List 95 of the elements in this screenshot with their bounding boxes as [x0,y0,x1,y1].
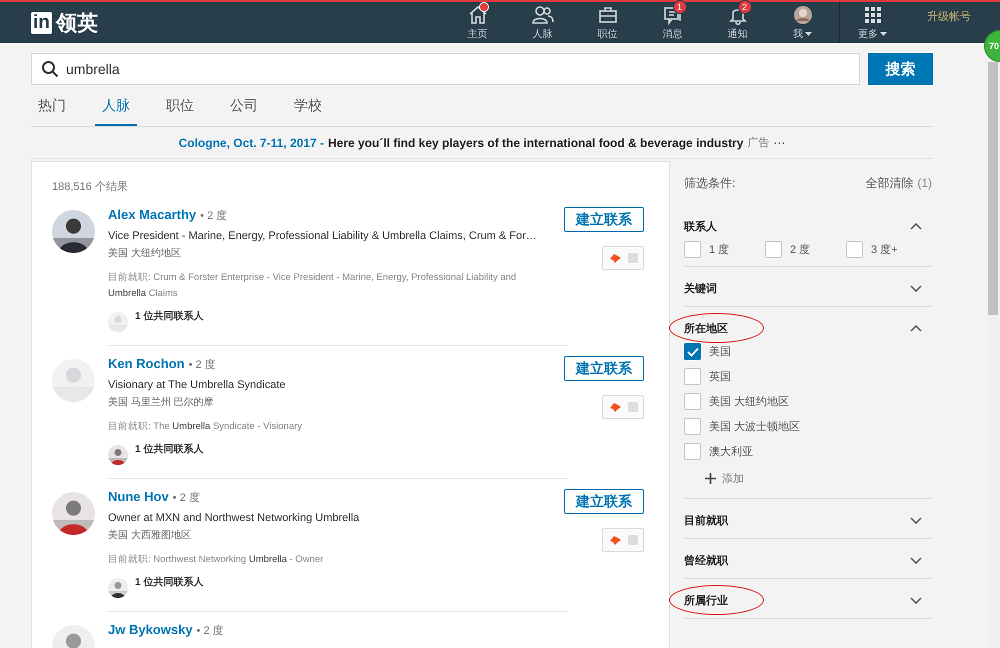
checkbox[interactable] [684,343,701,360]
section-title[interactable]: 所在地区 [684,320,728,336]
option-label[interactable]: 美国 大纽约地区 [709,394,790,409]
nav-item[interactable]: 职位 [575,4,640,41]
nav-item[interactable]: 人脉 [510,4,575,41]
search-button[interactable]: 搜索 [868,53,933,85]
chevron-up-icon[interactable] [910,324,922,332]
search-icon [41,60,59,78]
tab[interactable]: 公司 [223,94,265,126]
filter-count: (1) [917,176,932,190]
ad-link[interactable]: Cologne, Oct. 7-11, 2017 - [178,136,324,150]
plugin-button[interactable] [602,246,644,270]
connect-button[interactable]: 建立联系 [564,489,644,514]
tab[interactable]: 热门 [31,94,73,126]
nav-item[interactable]: 更多 [840,4,905,41]
checkbox[interactable] [684,443,701,460]
logo-text[interactable]: 领英 [56,8,98,36]
tab[interactable]: 学校 [287,94,329,126]
section-title[interactable]: 联系人 [684,218,717,234]
ad-label: 广告 [747,136,770,150]
plus-icon [705,473,716,484]
headline: Owner at MXN and Northwest Networking Umbrella [108,512,360,524]
person-name[interactable]: Nune Hov [108,489,169,504]
current-position: 目前就职: The Umbrella Syndicate - Visionary [108,420,304,434]
more-button[interactable]: ⋯ [773,136,786,150]
tab[interactable]: 职位 [159,94,201,126]
ad-text: Here you´ll find key players of the international food & beverage industry [328,136,744,150]
toggle-square [628,402,638,412]
headline: Visionary at The Umbrella Syndicate [108,379,287,391]
people-icon [532,4,554,26]
location: 美国 马里兰州 巴尔的摩 [108,396,215,409]
location: 美国 大西雅图地区 [108,528,192,542]
option-label[interactable]: 3 度+ [871,242,898,257]
result-count: 188,516 个结果 [51,180,129,195]
option-label[interactable]: 1 度 [709,242,730,257]
option-label[interactable]: 英国 [709,369,731,384]
upgrade-link[interactable]: 升级帐号 [927,9,971,24]
person-name[interactable]: Jw Bykowsky [108,622,193,637]
checkbox[interactable] [765,241,782,258]
scrollbar-thumb[interactable] [988,62,998,315]
option-label[interactable]: 美国 大波士顿地区 [709,419,800,434]
headline: Vice President - Marine, Energy, Professional Liability & Umbrella Claims, Crum & For… [108,230,538,242]
chevron-down-icon[interactable] [910,556,922,564]
clear-all-link[interactable]: 全部清除 [865,176,914,190]
section-title[interactable]: 关键词 [684,280,717,296]
current-position: 目前就职: Northwest Networking Umbrella - Owner [108,553,324,567]
section-title[interactable]: 所属行业 [684,592,728,608]
option-label[interactable]: 2 度 [790,242,810,257]
messages-icon [662,4,684,26]
avatar-icon [792,4,814,26]
connection-degree: • 2 度 [200,208,228,223]
connect-button[interactable]: 建立联系 [564,207,644,232]
briefcase-icon [596,4,618,26]
search-field[interactable]: umbrella [31,53,860,85]
plugin-icon [608,252,622,264]
checkbox[interactable] [684,368,701,385]
connection-degree: • 2 度 [196,624,224,638]
connection-degree: • 2 度 [188,358,216,372]
chevron-down-icon[interactable] [910,596,922,604]
connect-button[interactable]: 建立联系 [564,356,644,381]
chevron-down-icon[interactable] [910,516,922,524]
notification-badge: 1 [672,0,686,14]
notification-badge: 2 [738,0,752,14]
location: 美国 大纽约地区 [108,246,182,260]
section-title[interactable]: 目前就职 [684,512,728,528]
chevron-up-icon[interactable] [910,222,922,230]
option-label[interactable]: 澳大利亚 [709,444,753,459]
option-label[interactable]: 美国 [709,344,731,359]
nav-item[interactable]: 我 [770,4,835,41]
toggle-square [628,253,638,263]
shared-connections[interactable]: 1 位共同联系人 [135,309,204,323]
add-link[interactable]: 添加 [722,471,744,486]
plugin-button[interactable] [602,395,644,419]
person-name[interactable]: Alex Macarthy [108,207,196,222]
checkbox[interactable] [684,241,701,258]
logo-mark[interactable]: in [31,12,52,34]
nav-item[interactable]: 主页 [445,4,510,41]
toggle-square [628,535,638,545]
person-name[interactable]: Ken Rochon [108,356,185,371]
checkbox[interactable] [684,393,701,410]
plugin-button[interactable] [602,528,644,552]
chevron-down-icon[interactable] [910,284,922,292]
filters-title: 筛选条件: [684,174,736,192]
tab[interactable]: 人脉 [95,94,137,126]
check-icon [686,346,698,356]
shared-connections[interactable]: 1 位共同联系人 [135,575,204,589]
shared-connections[interactable]: 1 位共同联系人 [135,442,204,456]
section-title[interactable]: 曾经就职 [684,552,728,568]
current-position: 目前就职: Crum & Forster Enterprise - Vice President - Marine, Energy, Professional Liability and Umbrella Claims [108,271,518,301]
plugin-icon [608,534,622,546]
home-icon [466,4,488,26]
connection-degree: • 2 度 [172,490,200,505]
checkbox[interactable] [846,241,863,258]
plugin-icon [608,402,622,412]
checkbox[interactable] [684,418,701,435]
